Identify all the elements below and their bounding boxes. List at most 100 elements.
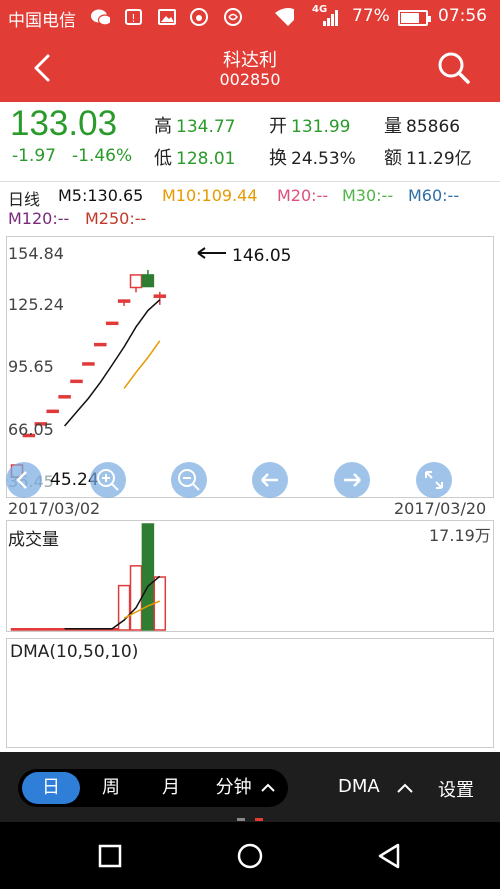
app-screen: { "status_bar": { "carrier": "中国电信", "ne… — [0, 0, 500, 889]
carrier-label: 中国电信 — [8, 11, 76, 31]
app-header: 科达利 002850 — [0, 36, 500, 102]
candle — [141, 274, 155, 288]
zoom-in-icon — [97, 469, 119, 491]
turnover-value: 24.53% — [291, 149, 356, 169]
candle — [58, 395, 71, 399]
candle — [70, 379, 83, 384]
page-indicator-dot — [237, 818, 245, 821]
volume-bar — [129, 565, 143, 631]
y-tick-label-1: 125.24 — [8, 295, 64, 314]
open-item: 开 131.99 — [269, 112, 350, 138]
period-selector: 日 周 月 分钟 — [18, 769, 288, 807]
candle — [117, 299, 131, 303]
candle — [46, 409, 59, 414]
high-label: 高 — [154, 116, 172, 137]
zoom-out-button[interactable] — [171, 462, 207, 498]
system-navbar — [0, 818, 500, 889]
ma30-label: M30:-- — [342, 186, 394, 205]
ma120-label: M120:-- — [8, 209, 70, 228]
chevron-up-icon[interactable] — [396, 782, 414, 794]
fullscreen-button[interactable] — [416, 462, 452, 498]
scroll-left-button[interactable] — [6, 462, 42, 498]
volume-bar — [141, 523, 155, 631]
app-icon — [224, 8, 242, 26]
volume-bar — [10, 628, 24, 631]
expand-icon — [425, 471, 443, 489]
volume-bar — [46, 628, 59, 631]
date-start-label: 2017/03/02 — [8, 499, 101, 518]
ma250-label: M250:-- — [85, 209, 147, 228]
max-price-label: 146.05 — [232, 246, 292, 266]
turnover-item: 换 24.53% — [269, 144, 356, 170]
wechat-icon — [91, 9, 110, 26]
volume-label: 量 — [384, 116, 402, 137]
prev-icon — [261, 473, 278, 487]
y-tick-label-0: 154.84 — [8, 244, 64, 263]
quote-panel: 133.03 -1.97 -1.46% 高 134.77 低 128.01 开 131… — [0, 102, 500, 182]
wifi-icon — [275, 8, 294, 26]
indicator-selector[interactable]: DMA — [338, 776, 380, 797]
ma10-label: M10:109.44 — [162, 186, 258, 205]
tab-minute[interactable]: 分钟 — [206, 769, 286, 807]
candle — [82, 362, 95, 366]
clock: 07:56 — [438, 6, 487, 26]
tab-month[interactable]: 月 — [142, 769, 200, 807]
stock-code: 002850 — [219, 70, 281, 89]
volume-bar — [34, 628, 48, 631]
dma-title: DMA(10,50,10) — [10, 642, 139, 662]
price-change: -1.97 — [12, 146, 56, 166]
battery-percent: 77% — [352, 6, 390, 26]
low-item: 低 128.01 — [154, 144, 235, 170]
recent-apps-icon[interactable] — [96, 842, 126, 872]
high-item: 高 134.77 — [154, 112, 235, 138]
image-icon — [158, 9, 176, 25]
volume-bar — [153, 576, 167, 631]
y-tick-label-2: 95.65 — [8, 357, 54, 376]
open-value: 131.99 — [291, 117, 351, 137]
candle — [94, 342, 107, 347]
weibo-icon — [190, 8, 208, 26]
ma5-line — [64, 299, 161, 427]
battery-icon — [398, 10, 431, 26]
settings-button[interactable]: 设置 — [438, 776, 474, 802]
price-change-percent: -1.46% — [72, 146, 133, 166]
volume-title: 成交量 — [8, 525, 59, 550]
home-icon[interactable] — [235, 841, 265, 871]
next-button[interactable] — [334, 462, 370, 498]
zoom-in-button[interactable] — [90, 462, 126, 498]
amount-value: 11.29亿 — [406, 149, 472, 169]
low-value: 128.01 — [176, 149, 236, 169]
tab-week[interactable]: 周 — [82, 769, 140, 807]
volume-chart[interactable] — [6, 520, 494, 632]
search-icon[interactable] — [434, 48, 474, 88]
volume-max-label: 17.19万 — [429, 526, 491, 545]
chevron-up-icon — [261, 783, 276, 792]
back-icon[interactable] — [374, 841, 404, 871]
zoom-out-icon — [178, 469, 200, 491]
ma5-label: M5:130.65 — [58, 186, 144, 205]
indicator-label: DMA — [338, 776, 380, 797]
candle — [153, 294, 167, 298]
svg-text:!: ! — [131, 12, 135, 25]
signal-icon — [323, 10, 338, 26]
max-arrow-icon — [197, 247, 226, 259]
volume-item: 量 85866 — [384, 112, 460, 138]
amount-item: 额 11.29亿 — [384, 144, 472, 170]
amount-label: 额 — [384, 148, 402, 169]
stock-name: 科达利 — [223, 50, 277, 71]
prev-button[interactable] — [252, 462, 288, 498]
notification-icon: ! — [125, 9, 142, 25]
ma20-label: M20:-- — [277, 186, 329, 205]
candle — [129, 274, 143, 289]
ma-legend: 日线 M5:130.65 M10:109.44 M20:-- M30:-- M6… — [0, 182, 500, 234]
candle — [105, 321, 119, 326]
ma60-label: M60:-- — [408, 186, 460, 205]
status-bar: 中国电信 ! 4G 77% 07:56 — [0, 0, 500, 36]
tab-day[interactable]: 日 — [22, 772, 80, 804]
page-indicator-dot-active — [255, 818, 263, 821]
volume-value: 85866 — [406, 117, 461, 137]
period-label[interactable]: 日线 — [8, 186, 40, 210]
kline-chart[interactable] — [6, 236, 494, 498]
left-double-icon — [16, 471, 27, 489]
y-tick-label-3: 66.05 — [8, 420, 54, 439]
